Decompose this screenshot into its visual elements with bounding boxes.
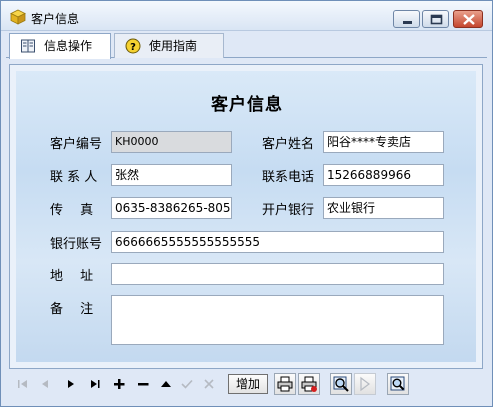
add-button[interactable]: 增加 (228, 374, 268, 394)
bank-label: 开户银行 (262, 203, 315, 218)
address-label: 地 址 (50, 269, 94, 284)
tab-bar: 信息操作 ? 使用指南 (6, 32, 487, 59)
first-record-button[interactable] (13, 373, 33, 395)
minus-icon (138, 383, 149, 386)
insert-record-button[interactable] (109, 373, 129, 395)
tab-label: 信息操作 (44, 39, 93, 53)
svg-text:?: ? (130, 42, 136, 53)
title-bar[interactable]: 客户信息 (1, 1, 492, 31)
x-icon (204, 379, 214, 389)
prev-record-icon (42, 380, 48, 388)
cancel-record-button[interactable] (199, 373, 219, 395)
book-icon (20, 38, 36, 54)
printer-icon (277, 376, 293, 392)
fax-field[interactable]: 0635-8386265-805 (111, 197, 232, 219)
contact-field[interactable]: 张然 (111, 164, 232, 186)
customer-id-label: 客户编号 (50, 137, 103, 152)
form-title: 客户信息 (211, 95, 283, 115)
next-record-button[interactable] (61, 373, 81, 395)
address-field[interactable] (111, 263, 444, 285)
remark-label: 备 注 (50, 302, 94, 317)
minimize-icon (403, 21, 412, 24)
tab-info-operation[interactable]: 信息操作 (9, 33, 111, 59)
prev-record-button[interactable] (35, 373, 55, 395)
minimize-button[interactable] (393, 10, 420, 28)
app-window: 客户信息 信息操作 ? 使用指南 客户信息 客户编号 KH0000 客户姓名 阳… (0, 0, 493, 407)
zoom-icon (390, 376, 405, 391)
phone-field[interactable]: 15266889966 (323, 164, 444, 186)
fax-label: 传 真 (50, 203, 94, 218)
close-button[interactable] (453, 10, 483, 28)
maximize-icon (430, 14, 443, 25)
check-icon (181, 379, 193, 389)
help-icon: ? (125, 38, 141, 54)
printer-delete-icon (301, 376, 317, 392)
delete-record-button[interactable] (133, 373, 153, 395)
window-title: 客户信息 (31, 12, 80, 26)
phone-label: 联系电话 (262, 170, 315, 185)
post-record-button[interactable] (177, 373, 197, 395)
next-record-icon (68, 380, 74, 388)
close-icon (463, 14, 475, 25)
up-triangle-icon (161, 381, 171, 387)
query-button[interactable] (330, 373, 352, 395)
account-label: 银行账号 (50, 237, 103, 252)
print-preview-button[interactable] (298, 373, 320, 395)
edit-record-button[interactable] (156, 373, 176, 395)
search-button[interactable] (387, 373, 409, 395)
contact-label: 联 系 人 (50, 170, 98, 185)
play-icon (360, 376, 370, 392)
last-record-button[interactable] (85, 373, 105, 395)
customer-name-field[interactable]: 阳谷****专卖店 (323, 131, 444, 153)
account-field[interactable]: 6666665555555555555 (111, 231, 444, 253)
remark-field[interactable] (111, 295, 444, 345)
bank-field[interactable]: 农业银行 (323, 197, 444, 219)
last-record-icon (91, 380, 100, 388)
customer-form-panel: 客户信息 客户编号 KH0000 客户姓名 阳谷****专卖店 联 系 人 张然… (9, 64, 483, 369)
record-navigator: 增加 (13, 373, 413, 395)
magnifier-icon (333, 376, 349, 392)
print-button[interactable] (274, 373, 296, 395)
tab-user-guide[interactable]: ? 使用指南 (114, 33, 224, 58)
customer-id-field[interactable]: KH0000 (111, 131, 232, 153)
box-icon (10, 9, 26, 25)
play-button[interactable] (354, 373, 376, 395)
maximize-button[interactable] (422, 10, 449, 28)
customer-name-label: 客户姓名 (262, 137, 315, 152)
tab-label: 使用指南 (149, 39, 198, 53)
first-record-icon (18, 380, 27, 388)
plus-icon (114, 379, 125, 389)
